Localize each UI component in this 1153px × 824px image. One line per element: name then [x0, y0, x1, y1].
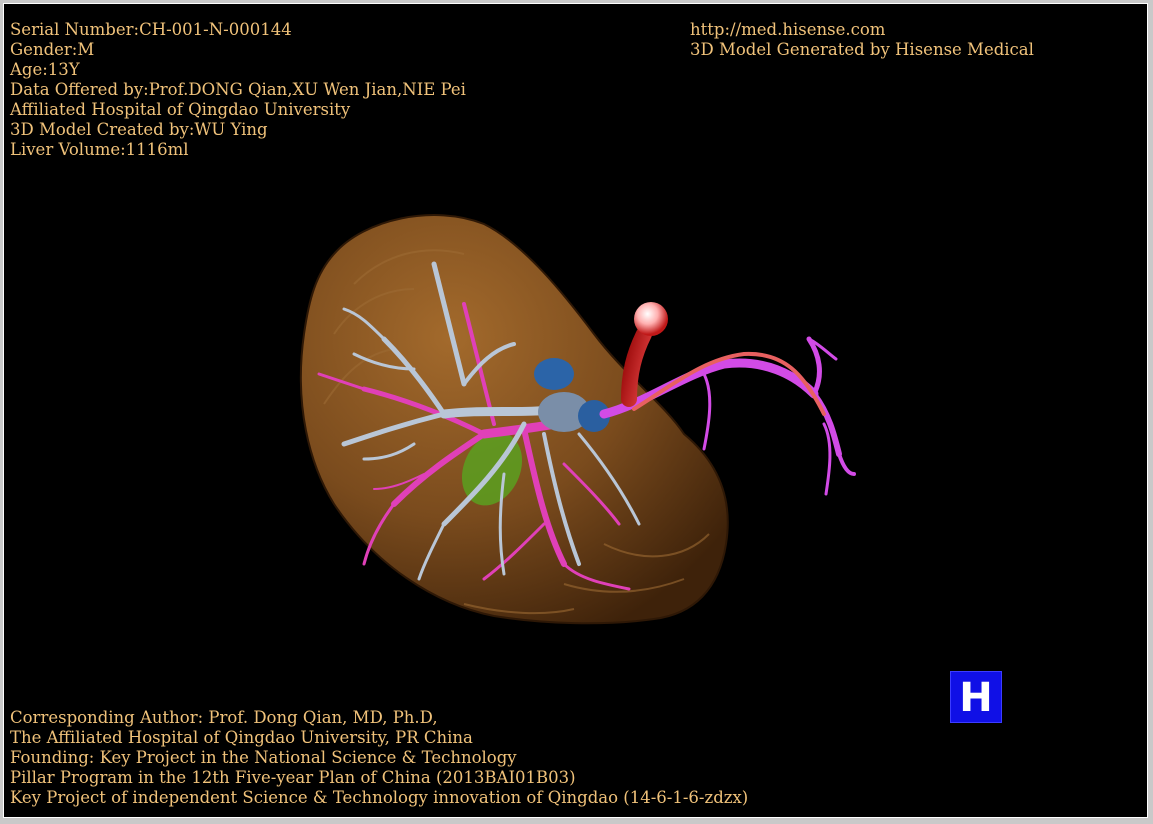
- website-url: http://med.hisense.com: [690, 20, 886, 39]
- model-viewport[interactable]: Serial Number:CH-001-N-000144 Gender:M A…: [3, 3, 1148, 818]
- funding-line-3: Key Project of independent Science & Tec…: [10, 788, 749, 807]
- age: Age:13Y: [10, 60, 80, 79]
- author-affiliation: The Affiliated Hospital of Qingdao Unive…: [10, 728, 473, 747]
- corresponding-author: Corresponding Author: Prof. Dong Qian, M…: [10, 708, 438, 727]
- home-view-button[interactable]: H: [950, 671, 1002, 723]
- generated-by: 3D Model Generated by Hisense Medical: [690, 40, 1034, 59]
- liver-volume: Liver Volume:1116ml: [10, 140, 189, 159]
- hospital: Affiliated Hospital of Qingdao Universit…: [10, 100, 351, 119]
- gender: Gender:M: [10, 40, 95, 59]
- aorta-section: [634, 302, 668, 336]
- source-info: http://med.hisense.com 3D Model Generate…: [690, 20, 1034, 60]
- funding-line-1: Founding: Key Project in the National Sc…: [10, 748, 517, 767]
- funding-line-2: Pillar Program in the 12th Five-year Pla…: [10, 768, 576, 787]
- serial-number: Serial Number:CH-001-N-000144: [10, 20, 292, 39]
- patient-info: Serial Number:CH-001-N-000144 Gender:M A…: [10, 20, 466, 160]
- model-created-by: 3D Model Created by:WU Ying: [10, 120, 268, 139]
- data-offered-by: Data Offered by:Prof.DONG Qian,XU Wen Ji…: [10, 80, 466, 99]
- credits-info: Corresponding Author: Prof. Dong Qian, M…: [10, 708, 748, 808]
